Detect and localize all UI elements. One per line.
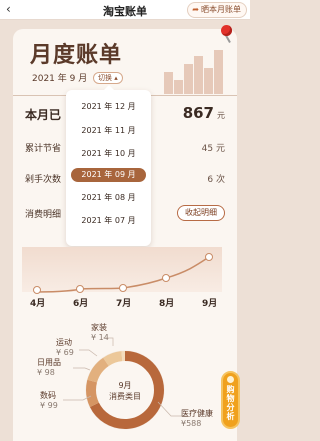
trend-point	[76, 285, 84, 293]
callout-line	[73, 367, 91, 371]
category-name: 运动	[56, 338, 72, 347]
callout-line	[79, 349, 98, 357]
share-bill-button[interactable]: ➦ 晒本月账单	[187, 2, 247, 18]
category-amount: ¥ 14	[91, 333, 109, 342]
trend-point	[162, 274, 170, 282]
category-name: 数码	[40, 391, 56, 400]
caret-up-icon: ▴	[114, 74, 118, 82]
category-amount: ¥ 69	[56, 348, 74, 357]
bill-heading: 月度账单	[30, 43, 123, 68]
spend-unit: 元	[217, 111, 225, 120]
category-name: 医疗健康	[181, 409, 213, 418]
trend-month-label: 4月	[30, 299, 46, 309]
collapse-detail-button[interactable]: 收起明细	[177, 205, 225, 221]
trend-month-label: 7月	[116, 299, 132, 309]
trend-month-label: 8月	[159, 299, 175, 309]
month-switch-button[interactable]: 切换 ▴	[93, 72, 123, 84]
orders-label: 剁手次数	[25, 175, 62, 185]
trend-month-label: 9月	[202, 299, 218, 309]
spend-label: 本月已	[25, 108, 62, 122]
pin-icon	[221, 25, 232, 36]
month-option[interactable]: 2021 年 10 月	[71, 147, 146, 161]
trend-point	[33, 286, 41, 294]
spend-value: 867	[182, 104, 214, 122]
decorative-bars	[164, 44, 223, 94]
savings-value: 45 元	[201, 144, 225, 154]
donut-center-label: 9月 消费类目	[95, 380, 155, 402]
donut-center-caption: 消费类目	[109, 392, 141, 401]
month-option[interactable]: 2021 年 07 月	[71, 214, 146, 228]
category-label-home: 家装 ¥ 14	[91, 323, 109, 343]
category-name: 家装	[91, 323, 107, 332]
switch-label: 切换	[98, 74, 112, 82]
current-month: 2021 年 9 月	[32, 74, 88, 84]
share-bill-label: 晒本月账单	[201, 5, 241, 14]
savings-label: 累计节省	[25, 144, 62, 154]
chart-icon	[227, 376, 234, 383]
detail-label: 消费明细	[25, 210, 62, 220]
category-label-daily: 日用品 ¥ 98	[37, 358, 61, 378]
trend-month-label: 6月	[73, 299, 89, 309]
category-name: 日用品	[37, 358, 61, 367]
donut-center-month: 9月	[118, 381, 132, 390]
orders-value: 6 次	[207, 175, 225, 185]
category-amount: ¥588	[181, 419, 202, 428]
month-dropdown: 2021 年 12 月 2021 年 11 月 2021 年 10 月 2021…	[66, 85, 151, 246]
trend-point	[205, 253, 213, 261]
category-label-medical: 医疗健康 ¥588	[181, 409, 213, 429]
month-option-selected[interactable]: 2021 年 09 月	[71, 168, 146, 182]
trend-point	[119, 284, 127, 292]
category-amount: ¥ 99	[40, 401, 58, 410]
category-label-sports: 运动 ¥ 69	[56, 338, 74, 358]
shopping-analysis-button[interactable]: 购物分析	[221, 371, 240, 429]
category-label-digital: 数码 ¥ 99	[40, 391, 58, 411]
top-bar: ‹ 淘宝账单 ➦ 晒本月账单	[0, 0, 250, 20]
share-arrow-icon: ➦	[192, 5, 199, 14]
month-option[interactable]: 2021 年 08 月	[71, 191, 146, 205]
shopping-analysis-label: 购物分析	[226, 385, 235, 421]
category-amount: ¥ 98	[37, 368, 55, 377]
month-option[interactable]: 2021 年 12 月	[71, 100, 146, 114]
month-option[interactable]: 2021 年 11 月	[71, 124, 146, 138]
spend-value-group: 867 元	[183, 104, 225, 122]
